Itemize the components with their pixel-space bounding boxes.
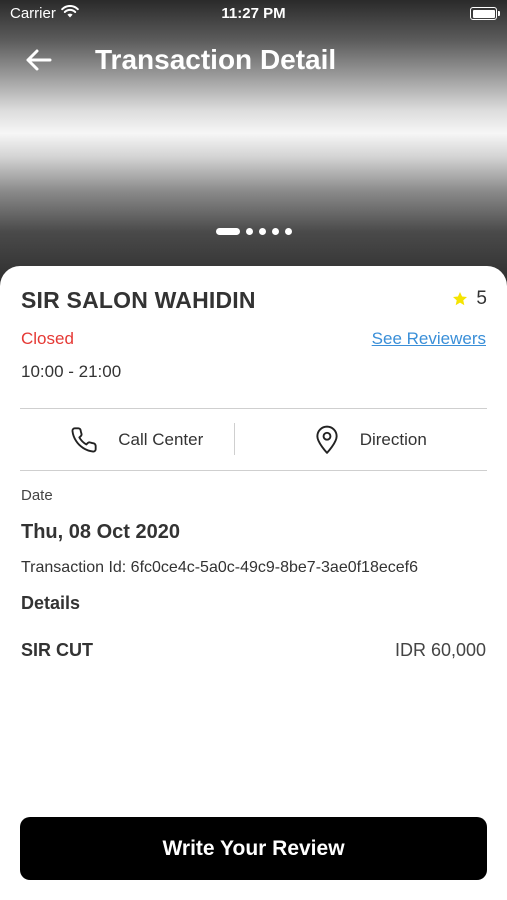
hero-image-carousel[interactable]: Carrier 11:27 PM Transaction Detail [0, 0, 507, 290]
direction-button[interactable]: Direction [254, 409, 488, 471]
transaction-id: Transaction Id: 6fc0ce4c-5a0c-49c9-8be7-… [21, 559, 418, 576]
star-icon [453, 292, 468, 306]
status-bar: Carrier 11:27 PM [0, 0, 507, 28]
status-badge: Closed [21, 329, 74, 348]
date-value: Thu, 08 Oct 2020 [21, 521, 180, 543]
rating: 5 [452, 288, 487, 310]
item-name: SIR CUT [21, 640, 93, 660]
shop-name: SIR SALON WAHIDIN [21, 287, 256, 313]
carousel-indicator [0, 228, 507, 235]
page-title: Transaction Detail [95, 44, 337, 75]
battery-icon [470, 7, 500, 20]
carousel-dot[interactable] [245, 228, 253, 235]
details-heading: Details [21, 593, 81, 613]
clock: 11:27 PM [221, 5, 286, 22]
phone-icon [71, 427, 97, 453]
divider [20, 470, 487, 471]
nav-bar: Transaction Detail [0, 40, 507, 82]
back-button[interactable] [22, 46, 54, 74]
call-center-button[interactable]: Call Center [20, 409, 254, 471]
map-pin-icon [316, 425, 338, 454]
action-separator [234, 423, 235, 455]
item-price: IDR 60,000 [394, 640, 486, 660]
arrow-left-icon [26, 49, 52, 71]
opening-hours: 10:00 - 21:00 [21, 362, 122, 381]
carousel-dot-active[interactable] [215, 228, 240, 235]
write-review-button[interactable]: Write Your Review [20, 817, 487, 880]
call-center-label: Call Center [118, 430, 204, 449]
carousel-dot[interactable] [271, 228, 279, 235]
carousel-dot[interactable] [258, 228, 266, 235]
detail-card: SIR SALON WAHIDIN 5 Closed See Reviewers… [0, 266, 507, 900]
direction-label: Direction [359, 430, 427, 449]
action-bar: Call Center Direction [20, 409, 487, 471]
carousel-dot[interactable] [284, 228, 292, 235]
rating-value: 5 [476, 288, 487, 309]
see-reviewers-link[interactable]: See Reviewers [372, 329, 486, 349]
date-label: Date [21, 487, 53, 504]
